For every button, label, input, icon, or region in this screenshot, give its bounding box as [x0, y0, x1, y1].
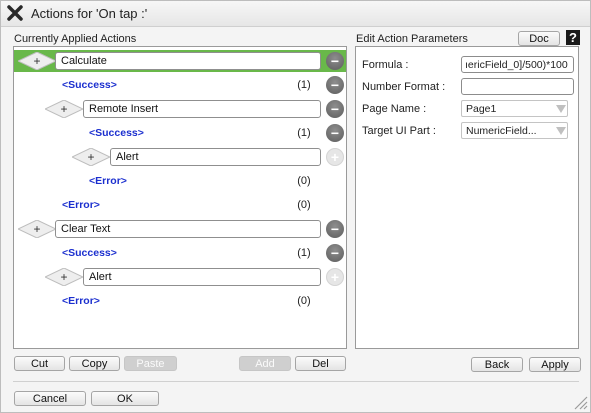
remove-branch-button[interactable]: −: [326, 76, 344, 94]
minus-icon: −: [330, 221, 340, 237]
action-tree: + Calculate − <Success> (1) − + Remote I…: [13, 46, 347, 349]
tree-row-clear-text[interactable]: + Clear Text −: [14, 218, 346, 240]
branch-count: (1): [297, 127, 311, 139]
expand-icon[interactable]: +: [18, 52, 56, 70]
formula-field[interactable]: ıericField_0]/500)*100: [461, 56, 574, 73]
formula-label: Formula :: [362, 59, 409, 71]
tree-row-error: <Error> (0): [14, 170, 346, 192]
plus-icon: +: [330, 149, 340, 165]
action-label[interactable]: Clear Text: [55, 220, 321, 238]
tree-row-calculate[interactable]: + Calculate −: [14, 50, 346, 72]
tree-row-remote-insert[interactable]: + Remote Insert −: [14, 98, 346, 120]
chevron-down-icon[interactable]: [555, 100, 567, 117]
actions-dialog: Actions for 'On tap :' Currently Applied…: [0, 0, 591, 413]
remove-branch-button[interactable]: −: [326, 244, 344, 262]
error-branch-link[interactable]: <Error>: [62, 199, 100, 211]
target-ui-part-label: Target UI Part :: [362, 125, 436, 137]
action-label[interactable]: Alert: [83, 268, 321, 286]
number-format-label: Number Format :: [362, 81, 446, 93]
branch-count: (0): [297, 295, 311, 307]
doc-button[interactable]: Doc: [518, 31, 560, 46]
apply-button[interactable]: Apply: [529, 357, 581, 372]
number-format-field[interactable]: [461, 78, 574, 95]
minus-icon: −: [330, 245, 340, 261]
close-icon[interactable]: [5, 3, 25, 23]
remove-action-button[interactable]: −: [326, 100, 344, 118]
add-action-button[interactable]: +: [326, 148, 344, 166]
page-name-select[interactable]: Page1: [461, 100, 568, 117]
cut-button[interactable]: Cut: [14, 356, 65, 371]
add-action-button[interactable]: +: [326, 268, 344, 286]
copy-button[interactable]: Copy: [69, 356, 120, 371]
minus-icon: −: [330, 101, 340, 117]
expand-icon[interactable]: +: [45, 100, 83, 118]
action-label[interactable]: Calculate: [55, 52, 321, 70]
branch-count: (1): [297, 79, 311, 91]
tree-row-error: <Error> (0): [14, 194, 346, 216]
svg-text:+: +: [33, 222, 40, 236]
tree-row-success: <Success> (1) −: [14, 242, 346, 264]
expand-icon[interactable]: +: [72, 148, 110, 166]
minus-icon: −: [330, 125, 340, 141]
right-panel-heading: Edit Action Parameters: [356, 33, 468, 45]
resize-grip-icon[interactable]: [572, 394, 588, 410]
branch-count: (1): [297, 247, 311, 259]
add-button[interactable]: Add: [239, 356, 291, 371]
branch-count: (0): [297, 199, 311, 211]
error-branch-link[interactable]: <Error>: [62, 295, 100, 307]
chevron-down-icon[interactable]: [555, 122, 567, 139]
ok-button[interactable]: OK: [91, 391, 159, 406]
svg-text:+: +: [33, 54, 40, 68]
success-branch-link[interactable]: <Success>: [62, 79, 117, 91]
minus-icon: −: [330, 77, 340, 93]
cancel-button[interactable]: Cancel: [14, 391, 86, 406]
title-bar: Actions for 'On tap :': [1, 1, 590, 27]
success-branch-link[interactable]: <Success>: [89, 127, 144, 139]
expand-icon[interactable]: +: [18, 220, 56, 238]
paste-button[interactable]: Paste: [124, 356, 177, 371]
target-ui-part-select[interactable]: NumericField...: [461, 122, 568, 139]
minus-icon: −: [330, 53, 340, 69]
parameters-panel: Formula : ıericField_0]/500)*100 Number …: [355, 46, 579, 349]
help-icon[interactable]: ?: [566, 30, 580, 45]
branch-count: (0): [297, 175, 311, 187]
tree-row-success: <Success> (1) −: [14, 74, 346, 96]
action-label[interactable]: Remote Insert: [83, 100, 321, 118]
del-button[interactable]: Del: [295, 356, 346, 371]
remove-action-button[interactable]: −: [326, 52, 344, 70]
svg-text:+: +: [60, 102, 67, 116]
left-panel-heading: Currently Applied Actions: [14, 33, 137, 45]
remove-action-button[interactable]: −: [326, 220, 344, 238]
svg-text:+: +: [87, 150, 94, 164]
expand-icon[interactable]: +: [45, 268, 83, 286]
tree-row-error: <Error> (0): [14, 290, 346, 312]
back-button[interactable]: Back: [471, 357, 523, 372]
success-branch-link[interactable]: <Success>: [62, 247, 117, 259]
action-label[interactable]: Alert: [110, 148, 321, 166]
plus-icon: +: [330, 269, 340, 285]
tree-row-success: <Success> (1) −: [14, 122, 346, 144]
tree-row-alert[interactable]: + Alert +: [14, 266, 346, 288]
error-branch-link[interactable]: <Error>: [89, 175, 127, 187]
footer-divider: [13, 381, 579, 382]
tree-row-alert[interactable]: + Alert +: [14, 146, 346, 168]
svg-text:+: +: [60, 270, 67, 284]
remove-branch-button[interactable]: −: [326, 124, 344, 142]
page-name-label: Page Name :: [362, 103, 427, 115]
window-title: Actions for 'On tap :': [31, 6, 148, 21]
